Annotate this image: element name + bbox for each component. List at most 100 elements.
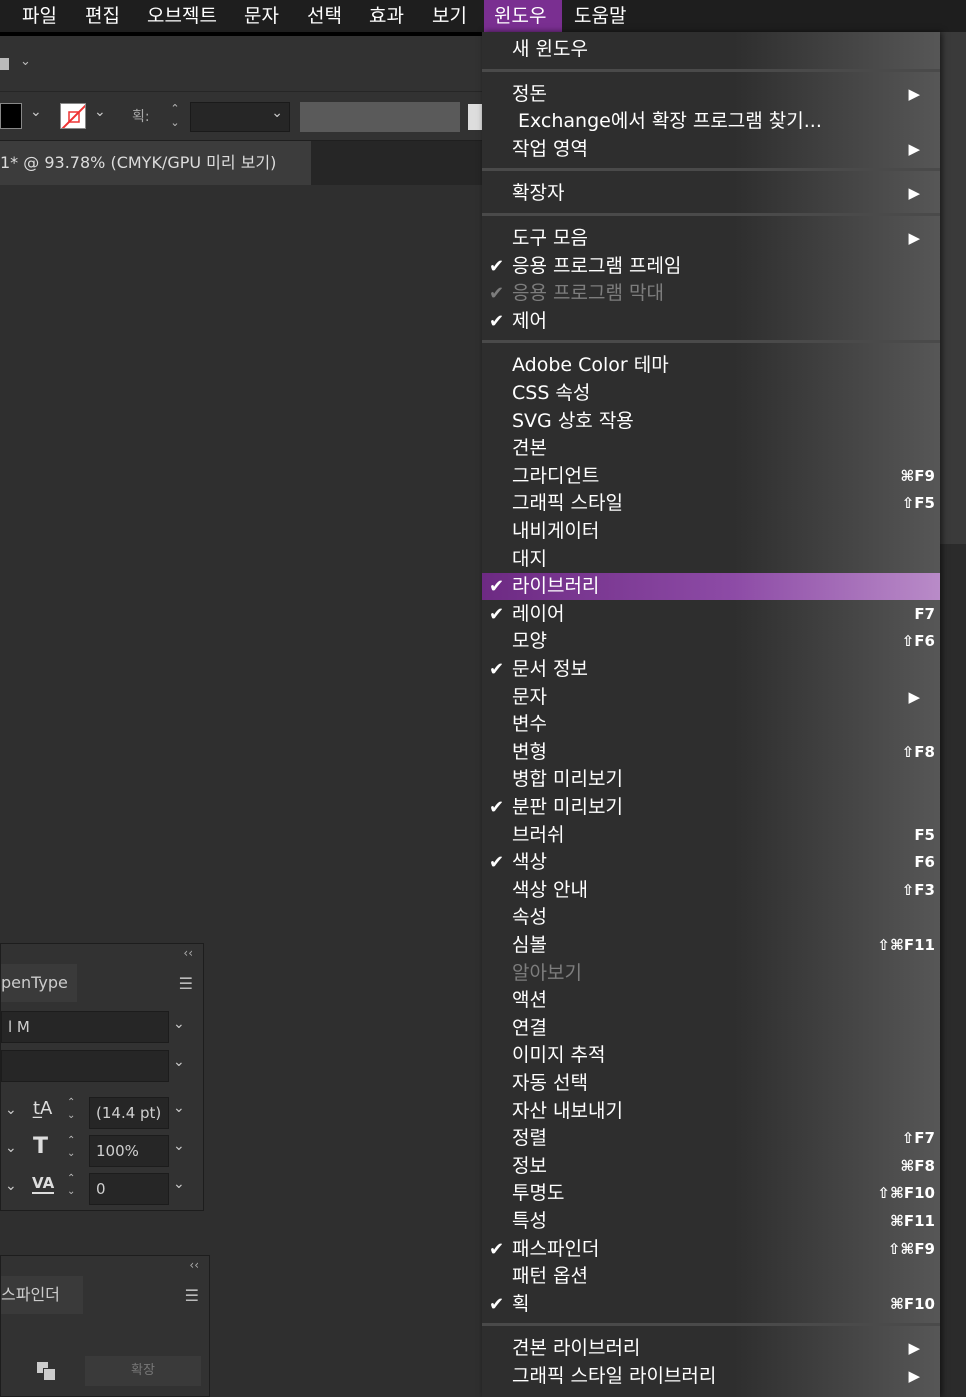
window-menu-item[interactable]: 내비게이터 bbox=[482, 518, 940, 545]
panel-menu-icon[interactable]: ☰ bbox=[179, 974, 193, 993]
checkmark-icon: ✔ bbox=[489, 255, 505, 277]
menubar-item-1[interactable]: 편집 bbox=[75, 0, 130, 32]
window-menu-item[interactable]: SVG 상호 작용 bbox=[482, 408, 940, 435]
chevron-down-icon[interactable]: ⌄ bbox=[173, 1138, 185, 1154]
window-menu-item[interactable]: ✔ 색상 F6 bbox=[482, 849, 940, 876]
chevron-down-icon[interactable]: ⌄ bbox=[5, 1140, 17, 1156]
checkmark-icon: ✔ bbox=[489, 659, 505, 680]
stroke-stepper[interactable]: ⌃ ⌄ bbox=[164, 102, 186, 132]
window-menu-item[interactable]: 특성 ⌘F11 bbox=[482, 1208, 940, 1235]
window-menu-item[interactable]: 확장자 ▶ bbox=[482, 180, 940, 207]
stroke-weight-input[interactable]: ⌄ bbox=[190, 102, 290, 132]
minus-back-icon[interactable] bbox=[37, 1362, 56, 1381]
expand-button[interactable]: 확장 bbox=[85, 1356, 201, 1386]
panel-tab-opentype[interactable]: penType bbox=[1, 964, 77, 1002]
window-menu-item[interactable]: ✔ 레이어 F7 bbox=[482, 601, 940, 628]
brush-definition-dropdown[interactable] bbox=[300, 102, 460, 132]
menubar-item-8[interactable]: 도움말 bbox=[564, 0, 636, 32]
menu-item-label: 병합 미리보기 bbox=[512, 768, 623, 791]
leading-stepper[interactable]: ⌃ ⌄ bbox=[67, 1096, 87, 1122]
window-menu-item[interactable]: 모양 ⇧F6 bbox=[482, 628, 940, 655]
collapse-icon[interactable]: ‹‹ bbox=[189, 1258, 199, 1272]
window-menu-item[interactable]: 정돈 ▶ bbox=[482, 81, 940, 108]
collapse-icon[interactable]: ‹‹ bbox=[183, 946, 193, 960]
vertical-scale-stepper[interactable]: ⌃ ⌄ bbox=[67, 1134, 87, 1160]
window-menu-item[interactable]: 변수 bbox=[482, 711, 940, 738]
tracking-stepper[interactable]: ⌃ ⌄ bbox=[67, 1172, 87, 1198]
window-menu-item[interactable]: 작업 영역 ▶ bbox=[482, 136, 940, 163]
menubar-item-3[interactable]: 문자 bbox=[234, 0, 289, 32]
window-menu-item[interactable]: 속성 bbox=[482, 904, 940, 931]
window-menu-item[interactable]: 색상 안내 ⇧F3 bbox=[482, 877, 940, 904]
chevron-down-icon[interactable]: ⌄ bbox=[173, 1176, 185, 1192]
window-menu-item[interactable]: 브러쉬 F5 bbox=[482, 822, 940, 849]
menubar-item-4[interactable]: 선택 bbox=[297, 0, 352, 32]
document-tab[interactable]: 1* @ 93.78% (CMYK/GPU 미리 보기) bbox=[0, 141, 311, 185]
window-menu-item[interactable]: 연결 bbox=[482, 1015, 940, 1042]
window-menu-item[interactable]: 자산 내보내기 bbox=[482, 1098, 940, 1125]
window-menu-item[interactable]: CSS 속성 bbox=[482, 380, 940, 407]
menubar-item-7[interactable]: 윈도우 bbox=[484, 0, 562, 32]
chevron-down-icon[interactable]: ⌄ bbox=[173, 1016, 185, 1032]
window-menu-item[interactable]: 도구 모음 ▶ bbox=[482, 225, 940, 252]
stroke-swatch[interactable] bbox=[60, 103, 86, 129]
chevron-down-icon[interactable]: ⌄ bbox=[94, 104, 106, 120]
panel-menu-icon[interactable]: ☰ bbox=[185, 1286, 199, 1305]
canvas[interactable] bbox=[0, 185, 482, 1397]
window-menu-item[interactable]: 그래픽 스타일 ⇧F5 bbox=[482, 490, 940, 517]
window-menu-item[interactable]: 액션 bbox=[482, 987, 940, 1014]
tracking-input[interactable]: 0 bbox=[89, 1173, 169, 1205]
window-menu-item[interactable]: 정보 ⌘F8 bbox=[482, 1153, 940, 1180]
panel-tab-pathfinder[interactable]: 스파인더 bbox=[1, 1276, 83, 1314]
chevron-down-icon[interactable]: ⌄ bbox=[173, 1100, 185, 1116]
window-menu-item[interactable]: 새 윈도우 bbox=[482, 36, 940, 63]
submenu-arrow-icon: ▶ bbox=[908, 687, 920, 706]
chevron-down-icon[interactable]: ⌄ bbox=[173, 1054, 185, 1070]
checkmark-icon: ✔ bbox=[489, 797, 505, 818]
window-menu-item[interactable]: 변형 ⇧F8 bbox=[482, 739, 940, 766]
panel-grid-icon[interactable] bbox=[0, 58, 9, 70]
window-menu-item[interactable]: ✔ 응용 프로그램 프레임 bbox=[482, 253, 940, 280]
window-menu-item[interactable]: 그라디언트 ⌘F9 bbox=[482, 463, 940, 490]
window-menu-item[interactable]: 자동 선택 bbox=[482, 1070, 940, 1097]
window-menu-item[interactable]: ✔ 라이브러리 bbox=[482, 573, 940, 601]
style-swatch[interactable] bbox=[468, 104, 482, 130]
window-menu-item[interactable]: 문자 ▶ bbox=[482, 684, 940, 711]
menubar-item-0[interactable]: 파일 bbox=[12, 0, 67, 32]
window-menu-item[interactable]: ✔ 분판 미리보기 bbox=[482, 794, 940, 821]
menu-item-shortcut: ⇧F5 bbox=[901, 494, 935, 513]
window-menu-item[interactable]: 이미지 추적 bbox=[482, 1042, 940, 1069]
submenu-arrow-icon: ▶ bbox=[908, 139, 920, 158]
window-menu-item[interactable]: Adobe Color 테마 bbox=[482, 352, 940, 379]
font-style-field[interactable] bbox=[1, 1050, 169, 1082]
window-menu-item[interactable]: 정렬 ⇧F7 bbox=[482, 1125, 940, 1152]
window-menu-item[interactable]: 패턴 옵션 bbox=[482, 1263, 940, 1290]
window-menu-item[interactable]: 견본 bbox=[482, 435, 940, 462]
chevron-down-icon[interactable]: ⌄ bbox=[5, 1178, 17, 1194]
window-menu-item[interactable]: ✔ 문서 정보 bbox=[482, 656, 940, 683]
menu-item-label: 액션 bbox=[512, 989, 547, 1012]
chevron-down-icon[interactable]: ⌄ bbox=[30, 104, 42, 120]
fill-swatch[interactable] bbox=[0, 103, 22, 129]
menubar-item-6[interactable]: 보기 bbox=[422, 0, 477, 32]
chevron-down-icon[interactable]: ⌄ bbox=[5, 1102, 17, 1118]
window-menu-item[interactable]: 병합 미리보기 bbox=[482, 766, 940, 793]
window-menu-item[interactable]: 대지 bbox=[482, 546, 940, 573]
window-menu-item[interactable]: 투명도 ⇧⌘F10 bbox=[482, 1180, 940, 1207]
menu-item-shortcut: ⌘F9 bbox=[900, 466, 935, 485]
window-menu-item[interactable]: 그래픽 스타일 라이브러리 ▶ bbox=[482, 1363, 940, 1390]
menu-item-label: 그래픽 스타일 bbox=[512, 492, 623, 515]
checkmark-icon: ✔ bbox=[489, 603, 505, 625]
font-family-field[interactable]: l M bbox=[1, 1011, 169, 1043]
menubar-item-5[interactable]: 효과 bbox=[359, 0, 414, 32]
window-menu-item[interactable]: Exchange에서 확장 프로그램 찾기... bbox=[482, 108, 940, 135]
vertical-scale-input[interactable]: 100% bbox=[89, 1135, 169, 1167]
menubar-item-2[interactable]: 오브젝트 bbox=[137, 0, 227, 32]
window-menu-item[interactable]: ✔ 획 ⌘F10 bbox=[482, 1291, 940, 1318]
leading-input[interactable]: (14.4 pt) bbox=[89, 1097, 169, 1129]
window-menu-item[interactable]: 견본 라이브러리 ▶ bbox=[482, 1335, 940, 1362]
chevron-down-icon[interactable]: ⌄ bbox=[20, 54, 31, 69]
window-menu-item[interactable]: 심볼 ⇧⌘F11 bbox=[482, 932, 940, 959]
window-menu-item[interactable]: ✔ 패스파인더 ⇧⌘F9 bbox=[482, 1236, 940, 1263]
window-menu-item[interactable]: ✔ 제어 bbox=[482, 308, 940, 335]
